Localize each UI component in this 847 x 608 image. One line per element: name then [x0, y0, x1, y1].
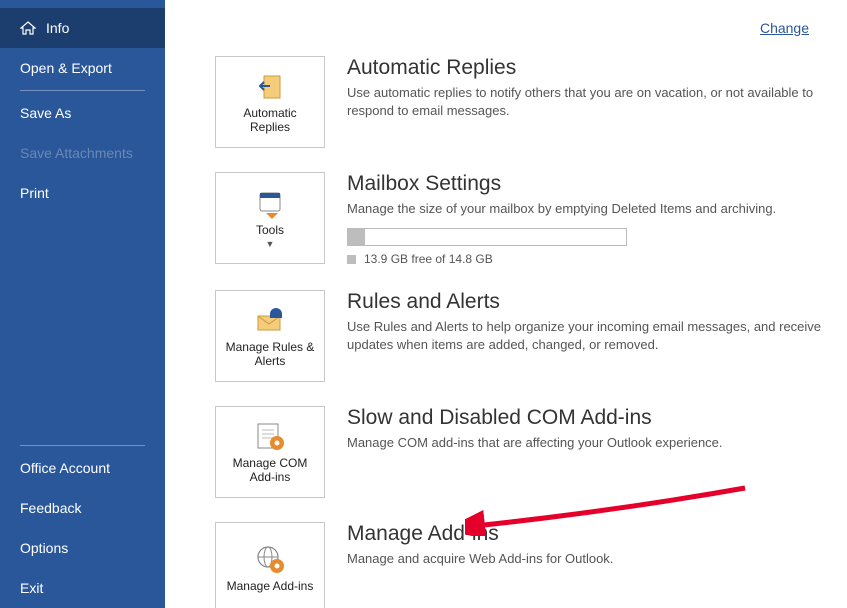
sidebar-item-office-account[interactable]: Office Account	[0, 448, 165, 488]
automatic-replies-icon	[254, 70, 286, 102]
section-heading-automatic-replies: Automatic Replies	[347, 56, 823, 80]
tile-manage-com-addins[interactable]: Manage COM Add-ins	[215, 406, 325, 498]
section-desc-manage-addins: Manage and acquire Web Add-ins for Outlo…	[347, 550, 823, 568]
tile-label: Tools	[250, 223, 290, 237]
section-desc-rules-alerts: Use Rules and Alerts to help organize yo…	[347, 318, 823, 354]
tile-label: Manage COM Add-ins	[216, 456, 324, 485]
sidebar-separator	[20, 90, 145, 91]
section-heading-rules-alerts: Rules and Alerts	[347, 290, 823, 314]
mailbox-quota-fill	[348, 229, 365, 245]
web-addins-icon	[254, 543, 286, 575]
section-desc-automatic-replies: Use automatic replies to notify others t…	[347, 84, 823, 120]
tile-automatic-replies[interactable]: Automatic Replies	[215, 56, 325, 148]
sidebar-item-save-as[interactable]: Save As	[0, 93, 165, 133]
backstage-sidebar: Info Open & Export Save As Save Attachme…	[0, 0, 165, 608]
dropdown-caret-icon: ▼	[266, 239, 275, 249]
tile-label: Manage Add-ins	[221, 579, 320, 593]
tools-icon	[254, 187, 286, 219]
sidebar-separator	[20, 445, 145, 446]
com-addins-icon	[254, 420, 286, 452]
rules-alerts-icon	[254, 304, 286, 336]
tile-tools[interactable]: Tools ▼	[215, 172, 325, 264]
section-heading-mailbox-settings: Mailbox Settings	[347, 172, 823, 196]
section-desc-com-addins: Manage COM add-ins that are affecting yo…	[347, 434, 823, 452]
sidebar-item-options[interactable]: Options	[0, 528, 165, 568]
sidebar-item-feedback[interactable]: Feedback	[0, 488, 165, 528]
sidebar-item-save-attachments: Save Attachments	[0, 133, 165, 173]
mailbox-quota-text: 13.9 GB free of 14.8 GB	[347, 252, 823, 266]
tile-manage-addins[interactable]: Manage Add-ins	[215, 522, 325, 608]
tile-label: Automatic Replies	[216, 106, 324, 135]
change-account-link[interactable]: Change	[760, 20, 809, 36]
mailbox-quota-bar	[347, 228, 627, 246]
tile-label: Manage Rules & Alerts	[216, 340, 324, 369]
sidebar-label-info: Info	[46, 20, 69, 36]
quota-legend-square	[347, 255, 356, 264]
section-heading-com-addins: Slow and Disabled COM Add-ins	[347, 406, 823, 430]
sidebar-item-info[interactable]: Info	[0, 8, 165, 48]
section-desc-mailbox-settings: Manage the size of your mailbox by empty…	[347, 200, 823, 218]
main-content: Change Automatic Replies Automatic Repli…	[165, 0, 847, 608]
sidebar-item-exit[interactable]: Exit	[0, 568, 165, 608]
sidebar-item-open-export[interactable]: Open & Export	[0, 48, 165, 88]
tile-manage-rules-alerts[interactable]: Manage Rules & Alerts	[215, 290, 325, 382]
home-icon	[20, 21, 36, 35]
annotation-arrow-info	[165, 0, 215, 52]
section-heading-manage-addins: Manage Add-ins	[347, 522, 823, 546]
sidebar-item-print[interactable]: Print	[0, 173, 165, 213]
